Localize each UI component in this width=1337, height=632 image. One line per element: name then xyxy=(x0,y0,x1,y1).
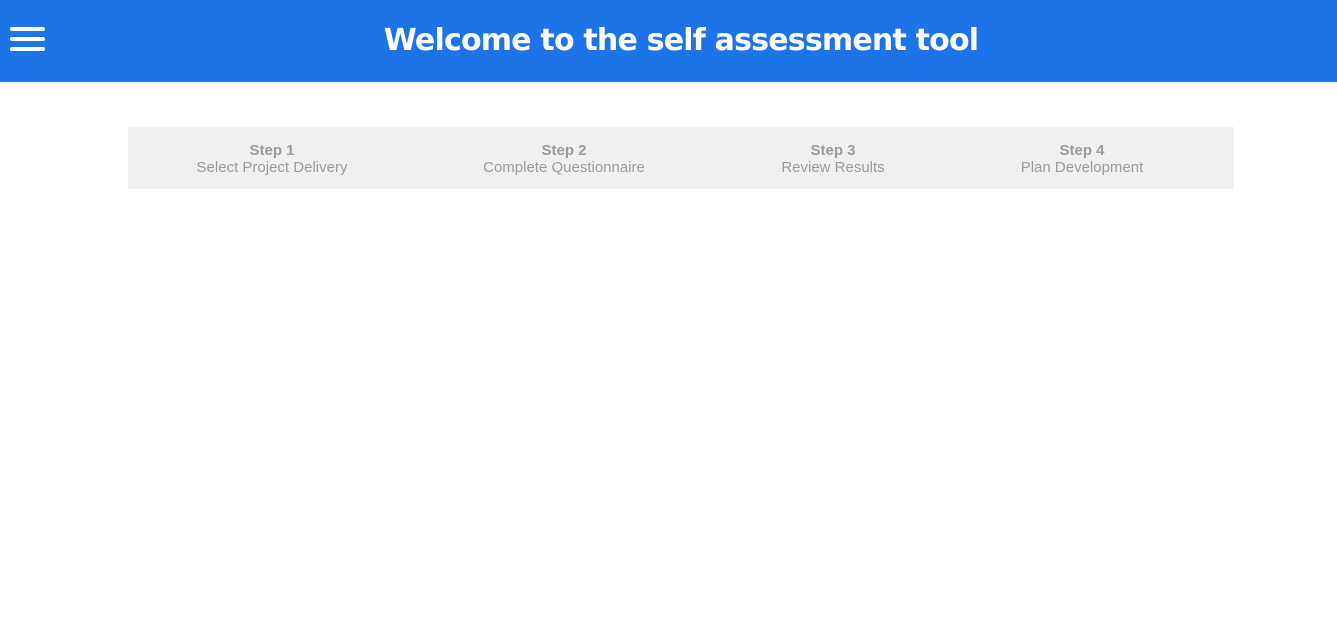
step-label: Select Project Delivery xyxy=(196,159,348,176)
step-number: Step 3 xyxy=(810,142,856,159)
step-complete-questionnaire[interactable]: Step 2 Complete Questionnaire xyxy=(483,142,645,176)
app-header: Welcome to the self assessment tool xyxy=(0,0,1337,82)
step-review-results[interactable]: Step 3 Review Results xyxy=(781,142,884,176)
step-plan-development[interactable]: Step 4 Plan Development xyxy=(1021,142,1144,176)
step-label: Review Results xyxy=(781,159,885,176)
step-label: Plan Development xyxy=(1020,159,1144,176)
step-select-project-delivery[interactable]: Step 1 Select Project Delivery xyxy=(197,142,348,176)
step-number: Step 1 xyxy=(249,142,295,159)
step-number: Step 4 xyxy=(1059,142,1105,159)
step-label: Complete Questionnaire xyxy=(483,159,645,176)
page-title: Welcome to the self assessment tool xyxy=(383,23,979,58)
step-number: Step 2 xyxy=(541,142,587,159)
progress-stepper: Step 1 Select Project Delivery Step 2 Co… xyxy=(128,127,1234,189)
